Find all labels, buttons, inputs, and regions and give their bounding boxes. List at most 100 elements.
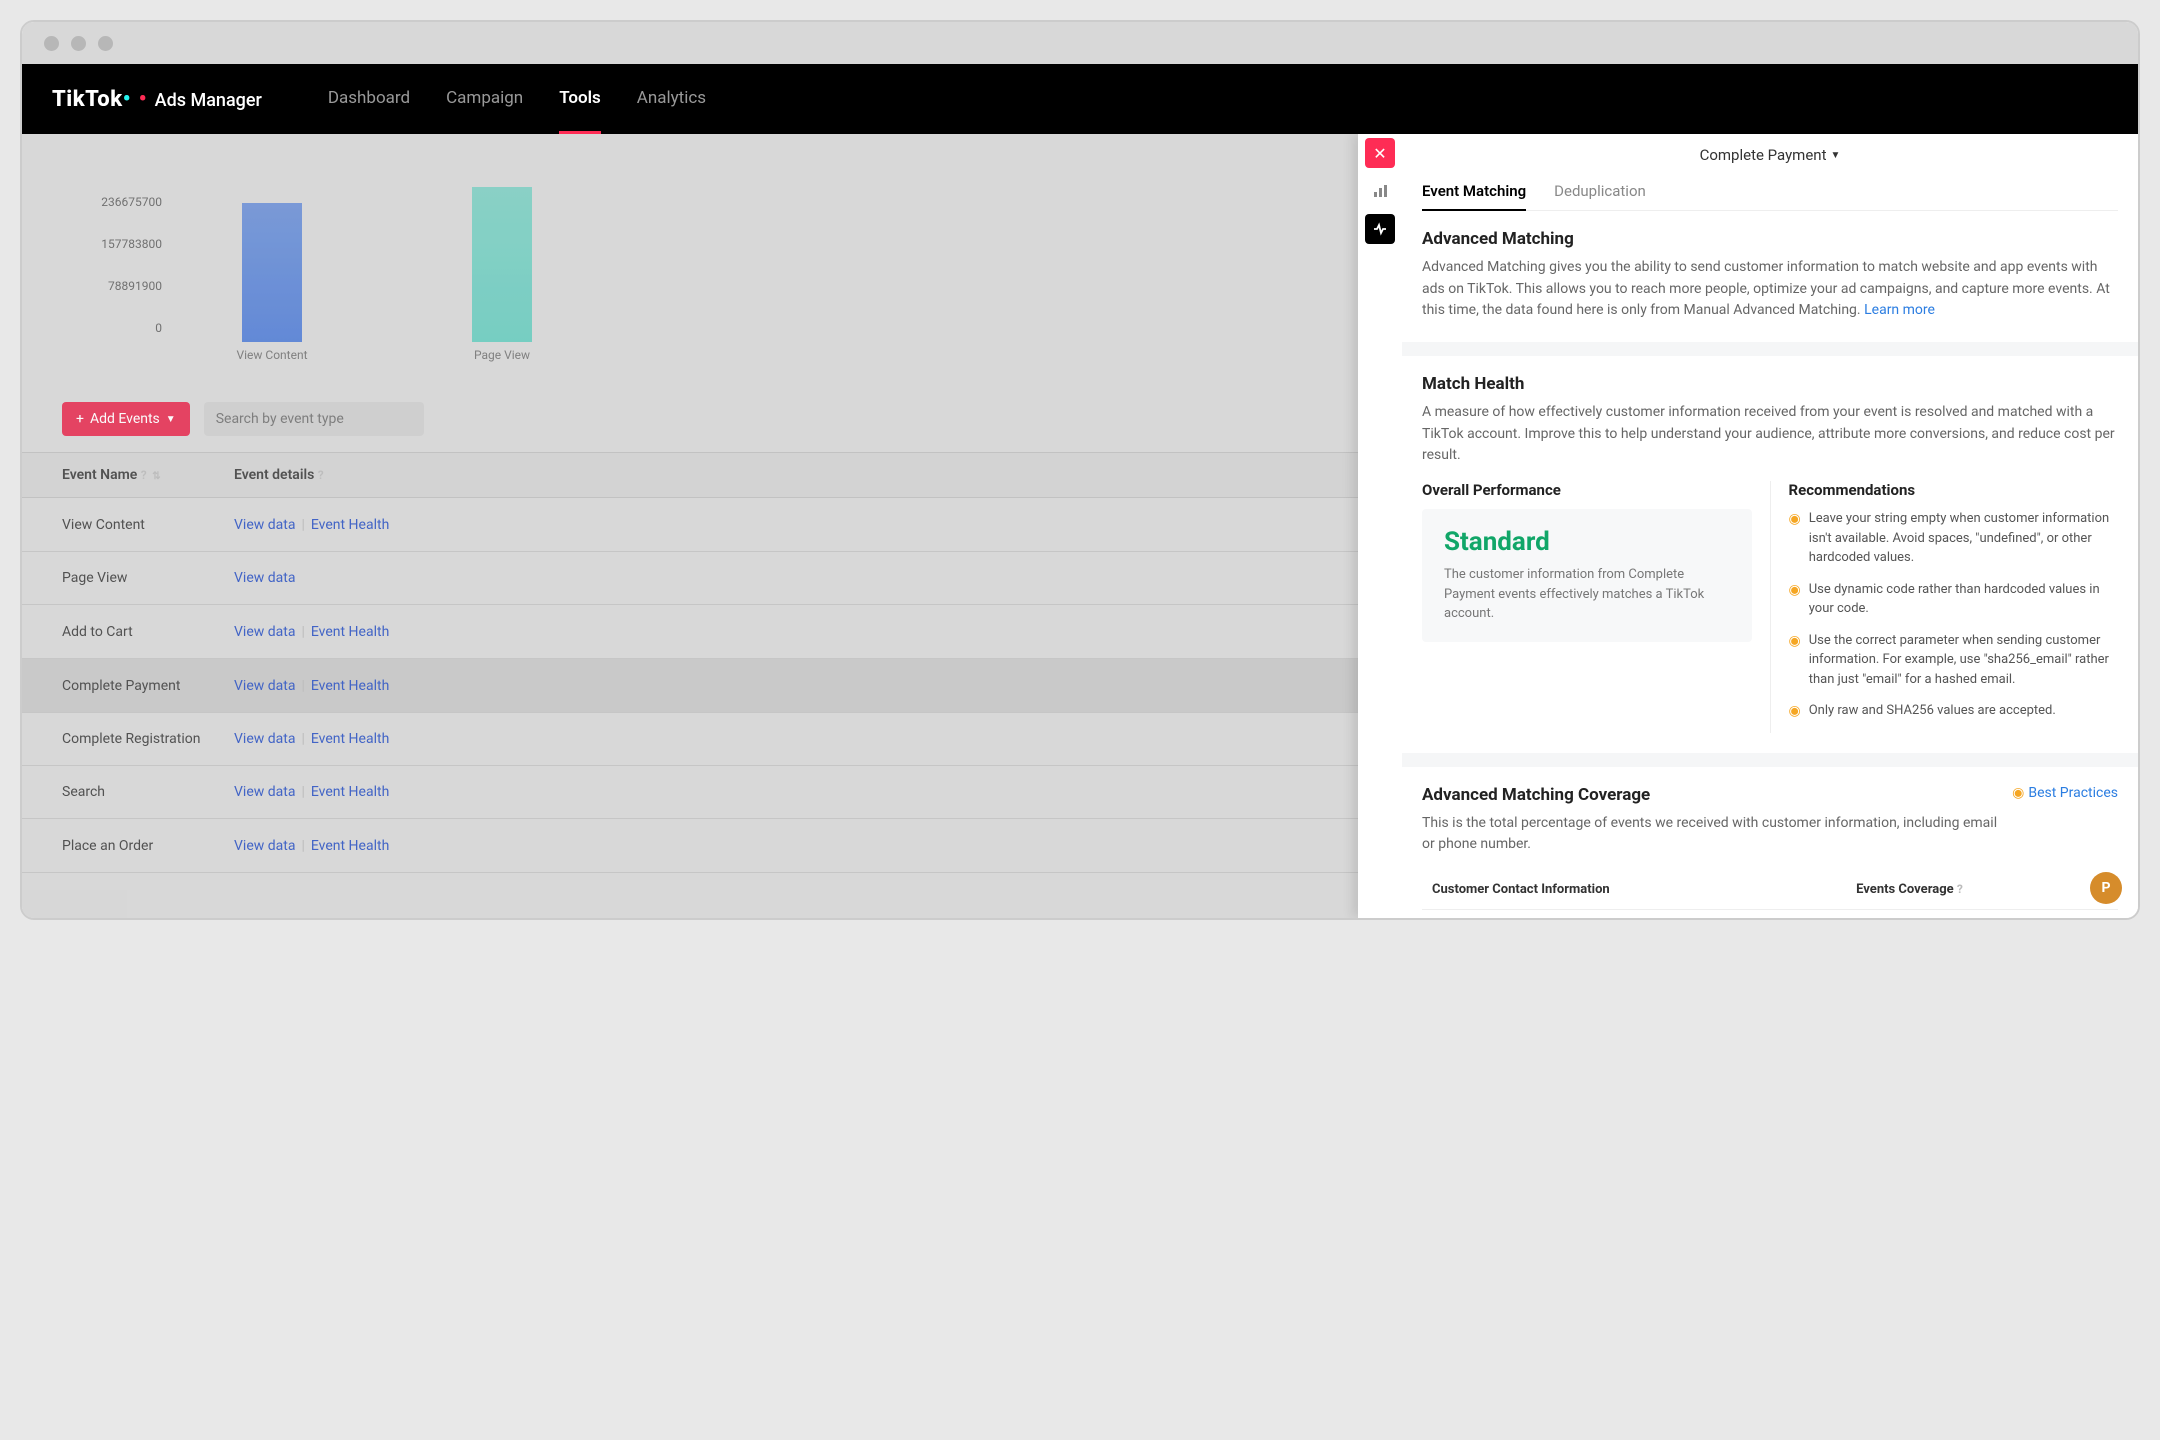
y-tick-label: 157783800 — [62, 237, 162, 251]
event-health-link[interactable]: Event Health — [311, 517, 389, 533]
performance-status: Standard — [1444, 527, 1730, 557]
window-control-dot[interactable] — [98, 36, 113, 51]
side-panel: ✕ Complete Payment ▼ Event Matchi — [1358, 134, 2138, 918]
brand-colon: • — [139, 87, 147, 112]
event-details-cell: View data|Event Health — [222, 498, 1420, 552]
help-fab[interactable]: P — [2090, 872, 2122, 904]
event-details-cell: View data — [222, 552, 1420, 605]
event-health-link[interactable]: Event Health — [311, 731, 389, 747]
chart-icon[interactable] — [1365, 176, 1395, 206]
overall-performance: Overall Performance Standard The custome… — [1422, 481, 1752, 733]
panel-header: Complete Payment ▼ Event Matching Dedupli… — [1402, 134, 2138, 211]
side-panel-rail: ✕ — [1358, 134, 1402, 918]
sort-icon[interactable]: ⇅ — [152, 471, 160, 482]
match-health-section: Match Health A measure of how effectivel… — [1402, 356, 2138, 753]
chart-bar: Page View — [472, 187, 532, 342]
section-heading: Match Health — [1422, 374, 2118, 394]
view-data-link[interactable]: View data — [234, 678, 295, 694]
lightbulb-icon: ◉ — [1789, 582, 1801, 619]
coverage-value-cell: 83% ▲ — [1846, 910, 2118, 919]
add-events-button[interactable]: + Add Events ▼ — [62, 402, 190, 436]
nav-item-analytics[interactable]: Analytics — [637, 88, 706, 110]
window-titlebar — [22, 22, 2138, 64]
brand-logo: TikTok — [52, 87, 123, 112]
contact-info-cell: Email or phone — [1422, 910, 1846, 919]
close-panel-button[interactable]: ✕ — [1365, 138, 1395, 168]
help-icon[interactable]: ? — [1957, 882, 1963, 896]
event-name-cell: View Content — [22, 498, 222, 552]
y-tick-label: 236675700 — [62, 195, 162, 209]
recommendation-item: ◉Use the correct parameter when sending … — [1789, 631, 2119, 690]
event-health-link[interactable]: Event Health — [311, 624, 389, 640]
best-practices-link[interactable]: ◉ Best Practices — [2012, 785, 2118, 801]
section-body: A measure of how effectively customer in… — [1422, 402, 2118, 467]
chevron-down-icon: ▼ — [1831, 150, 1841, 161]
learn-more-link[interactable]: Learn more — [1864, 302, 1935, 318]
coverage-row: Email or phone83% ▲ — [1422, 910, 2118, 919]
lightbulb-icon: ◉ — [1789, 511, 1801, 568]
brand-block: TikTok•• Ads Manager — [52, 87, 262, 112]
help-icon[interactable]: ? — [318, 468, 324, 482]
side-panel-body: Complete Payment ▼ Event Matching Dedupli… — [1402, 134, 2138, 918]
recommendation-item: ◉Only raw and SHA256 values are accepted… — [1789, 701, 2119, 721]
event-name-cell: Page View — [22, 552, 222, 605]
event-details-cell: View data|Event Health — [222, 605, 1420, 659]
y-tick-label: 0 — [62, 321, 162, 335]
health-icon[interactable] — [1365, 214, 1395, 244]
recommendations-heading: Recommendations — [1789, 481, 2119, 499]
section-heading: Advanced Matching Coverage — [1422, 785, 2012, 805]
view-data-link[interactable]: View data — [234, 517, 295, 533]
event-details-cell: View data|Event Health — [222, 766, 1420, 819]
y-axis-ticks: 078891900157783800236675700 — [62, 162, 162, 362]
overall-heading: Overall Performance — [1422, 481, 1752, 499]
event-name-cell: Place an Order — [22, 819, 222, 873]
coverage-table: Customer Contact Information Events Cove… — [1422, 870, 2118, 918]
chart-bar-label: Page View — [474, 348, 530, 362]
recommendation-item: ◉Leave your string empty when customer i… — [1789, 509, 2119, 568]
th-event-details: Event details ? — [222, 453, 1420, 498]
advanced-matching-section: Advanced Matching Advanced Matching give… — [1402, 211, 2138, 342]
panel-title-text: Complete Payment — [1700, 146, 1827, 164]
th-events-coverage: Events Coverage ? — [1846, 870, 2118, 910]
brand-dot-accent: • — [123, 87, 131, 112]
chart-bar: View Content — [242, 203, 302, 342]
search-input[interactable] — [204, 402, 424, 436]
window-control-dot[interactable] — [44, 36, 59, 51]
nav-links: Dashboard Campaign Tools Analytics — [328, 88, 706, 110]
window-control-dot[interactable] — [71, 36, 86, 51]
panel-title-dropdown[interactable]: Complete Payment ▼ — [1700, 146, 1841, 164]
view-data-link[interactable]: View data — [234, 624, 295, 640]
view-data-link[interactable]: View data — [234, 570, 295, 586]
event-health-link[interactable]: Event Health — [311, 678, 389, 694]
panel-tab-event-matching[interactable]: Event Matching — [1422, 172, 1526, 210]
th-contact-info: Customer Contact Information — [1422, 870, 1846, 910]
view-data-link[interactable]: View data — [234, 838, 295, 854]
browser-window: TikTok•• Ads Manager DashboardCampaignTo… — [20, 20, 2140, 920]
recommendations: Recommendations ◉Leave your string empty… — [1770, 481, 2119, 733]
help-icon[interactable]: ? — [141, 468, 147, 482]
performance-caption: The customer information from Complete P… — [1444, 565, 1730, 624]
performance-row: Overall Performance Standard The custome… — [1422, 481, 2118, 733]
section-heading: Advanced Matching — [1422, 229, 2118, 249]
th-event-name[interactable]: Event Name ? ⇅ — [22, 453, 222, 498]
nav-item-tools[interactable]: Tools — [559, 88, 601, 110]
lightbulb-icon: ◉ — [2012, 785, 2024, 801]
event-health-link[interactable]: Event Health — [311, 784, 389, 800]
performance-card: Standard The customer information from C… — [1422, 509, 1752, 642]
coverage-section: Advanced Matching Coverage This is the t… — [1402, 767, 2138, 918]
event-details-cell: View data|Event Health — [222, 659, 1420, 713]
event-name-cell: Complete Registration — [22, 713, 222, 766]
event-health-link[interactable]: Event Health — [311, 838, 389, 854]
recommendation-item: ◉Use dynamic code rather than hardcoded … — [1789, 580, 2119, 619]
nav-item-campaign[interactable]: Campaign — [446, 88, 523, 110]
view-data-link[interactable]: View data — [234, 784, 295, 800]
chart-bar-label: View Content — [236, 348, 307, 362]
event-name-cell: Complete Payment — [22, 659, 222, 713]
plus-icon: + — [76, 411, 84, 427]
event-name-cell: Add to Cart — [22, 605, 222, 659]
panel-tab-deduplication[interactable]: Deduplication — [1554, 172, 1646, 210]
nav-item-dashboard[interactable]: Dashboard — [328, 88, 410, 110]
view-data-link[interactable]: View data — [234, 731, 295, 747]
lightbulb-icon: ◉ — [1789, 703, 1801, 721]
chevron-down-icon: ▼ — [166, 414, 176, 425]
